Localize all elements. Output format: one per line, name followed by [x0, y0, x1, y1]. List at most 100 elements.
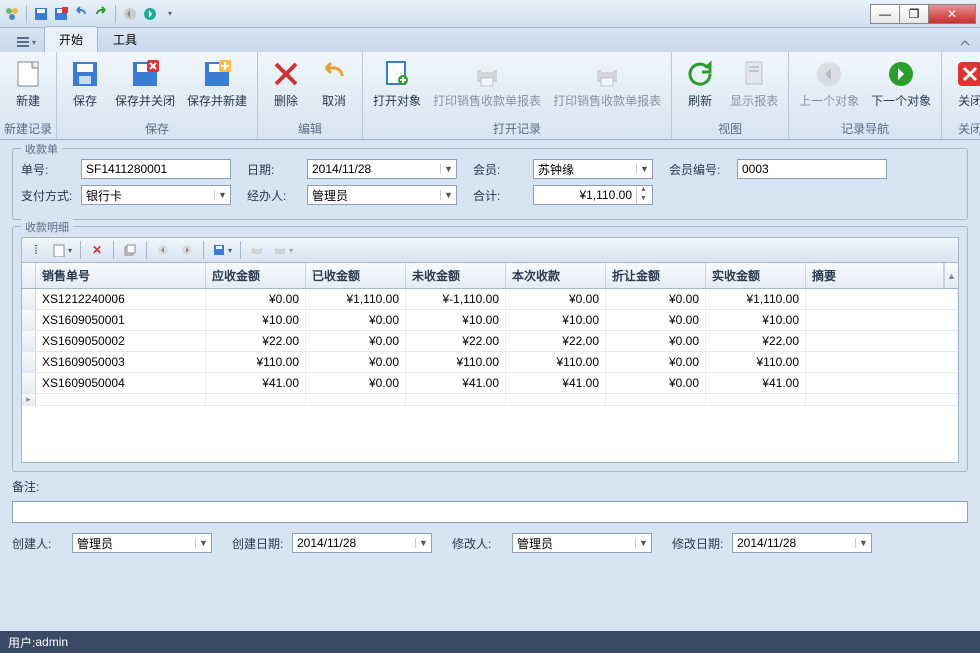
bill-no-label: 单号:: [21, 161, 73, 178]
ribbon-group-label: 编辑: [262, 118, 358, 139]
cell-memo: [806, 310, 958, 330]
chevron-down-icon[interactable]: ▼: [440, 190, 456, 200]
tb-delete-row-button[interactable]: ✕: [87, 240, 107, 260]
report-button: 显示报表: [724, 54, 784, 113]
maximize-button[interactable]: ❐: [899, 4, 929, 24]
create-date-input[interactable]: 2014/11/28▼: [292, 533, 432, 553]
col-header[interactable]: 摘要: [806, 263, 944, 288]
cell-this: ¥0.00: [506, 289, 606, 309]
table-row[interactable]: XS1609050002¥22.00¥0.00¥22.00¥22.00¥0.00…: [22, 331, 958, 352]
save-button[interactable]: 保存: [61, 54, 109, 113]
undo-button[interactable]: 取消: [310, 54, 358, 113]
member-input[interactable]: 苏钟缘▼: [533, 159, 653, 179]
table-row[interactable]: XS1609050003¥110.00¥0.00¥110.00¥110.00¥0…: [22, 352, 958, 373]
ribbon-group-label: 记录导航: [793, 118, 937, 139]
new-icon: [12, 58, 44, 90]
modify-date-input[interactable]: 2014/11/28▼: [732, 533, 872, 553]
cell-actual: ¥22.00: [706, 331, 806, 351]
next-button[interactable]: 下一个对象: [865, 54, 937, 113]
qa-redo-icon[interactable]: [93, 6, 109, 22]
ribbon-group: 删除取消编辑: [258, 52, 363, 139]
modifier-select[interactable]: 管理员▼: [512, 533, 652, 553]
col-header[interactable]: 折让金额: [606, 263, 706, 288]
qa-next-icon[interactable]: [142, 6, 158, 22]
cell-sn: XS1609050001: [36, 310, 206, 330]
date-input[interactable]: 2014/11/28▼: [307, 159, 457, 179]
qa-save-icon[interactable]: [33, 6, 49, 22]
tb-next-button[interactable]: [177, 240, 197, 260]
tab-start[interactable]: 开始: [44, 26, 98, 52]
cell-paid: ¥0.00: [306, 310, 406, 330]
operator-label: 经办人:: [247, 187, 299, 204]
creator-select[interactable]: 管理员▼: [72, 533, 212, 553]
col-header[interactable]: 实收金额: [706, 263, 806, 288]
col-header[interactable]: 本次收款: [506, 263, 606, 288]
cell-paid: ¥0.00: [306, 352, 406, 372]
chevron-down-icon[interactable]: ▼: [635, 538, 651, 548]
chevron-down-icon[interactable]: ▼: [636, 164, 652, 174]
grid-new-row[interactable]: ▸: [22, 394, 958, 406]
table-row[interactable]: XS1609050004¥41.00¥0.00¥41.00¥41.00¥0.00…: [22, 373, 958, 394]
save-new-icon: [201, 58, 233, 90]
scroll-up-icon[interactable]: ▲: [944, 263, 958, 288]
operator-select[interactable]: 管理员▼: [307, 185, 457, 205]
cell-sn: XS1609050004: [36, 373, 206, 393]
qa-undo-icon[interactable]: [73, 6, 89, 22]
tb-new-row-button[interactable]: [50, 240, 74, 260]
report-icon: [738, 58, 770, 90]
cell-disc: ¥0.00: [606, 352, 706, 372]
close-window-button[interactable]: ✕: [928, 4, 976, 24]
pay-method-select[interactable]: 银行卡▼: [81, 185, 231, 205]
close-icon: [954, 58, 980, 90]
qa-prev-icon[interactable]: [122, 6, 138, 22]
row-indicator: [22, 331, 36, 351]
refresh-button[interactable]: 刷新: [676, 54, 724, 113]
chevron-down-icon[interactable]: ▼: [440, 164, 456, 174]
ribbon-collapse-button[interactable]: [950, 34, 980, 52]
chevron-down-icon[interactable]: ▼: [195, 538, 211, 548]
col-header[interactable]: 销售单号: [36, 263, 206, 288]
tb-indent-icon[interactable]: ⦙: [26, 240, 46, 260]
cell-disc: ¥0.00: [606, 331, 706, 351]
chevron-down-icon[interactable]: ▼: [415, 538, 431, 548]
cell-actual: ¥10.00: [706, 310, 806, 330]
ribbon-group-label: 关闭: [946, 118, 980, 139]
table-row[interactable]: XS1609050001¥10.00¥0.00¥10.00¥10.00¥0.00…: [22, 310, 958, 331]
ribbon-tab-strip: ▾ 开始 工具: [0, 28, 980, 52]
tb-print-button[interactable]: [247, 240, 267, 260]
qa-customize-icon[interactable]: ▾: [162, 6, 178, 22]
cell-paid: ¥0.00: [306, 331, 406, 351]
new-button[interactable]: 新建: [4, 54, 52, 113]
save-new-button[interactable]: 保存并新建: [181, 54, 253, 113]
cell-due: ¥110.00: [206, 352, 306, 372]
delete-button[interactable]: 删除: [262, 54, 310, 113]
tb-prev-button[interactable]: [153, 240, 173, 260]
bill-no-input[interactable]: [81, 159, 231, 179]
cell-paid: ¥0.00: [306, 373, 406, 393]
detail-grid[interactable]: 销售单号 应收金额 已收金额 未收金额 本次收款 折让金额 实收金额 摘要 ▲ …: [21, 263, 959, 463]
ribbon-file-menu[interactable]: ▾: [8, 32, 44, 52]
save-close-button[interactable]: 保存并关闭: [109, 54, 181, 113]
member-no-input[interactable]: [737, 159, 887, 179]
tb-copy-button[interactable]: [120, 240, 140, 260]
col-header[interactable]: 未收金额: [406, 263, 506, 288]
col-header[interactable]: 已收金额: [306, 263, 406, 288]
spin-down-icon[interactable]: ▼: [637, 195, 650, 204]
spin-up-icon[interactable]: ▲: [637, 186, 650, 195]
open-button[interactable]: 打开对象: [367, 54, 427, 113]
content-area: 收款单 单号: 日期: 2014/11/28▼ 会员: 苏钟缘▼ 会员编号: 支…: [0, 140, 980, 567]
table-row[interactable]: XS1212240006¥0.00¥1,110.00¥-1,110.00¥0.0…: [22, 289, 958, 310]
tb-print-dd-button[interactable]: [271, 240, 295, 260]
delete-icon: [270, 58, 302, 90]
ribbon-btn-label: 取消: [322, 92, 346, 109]
close-button[interactable]: 关闭: [946, 54, 980, 113]
ribbon-group: 关闭关闭: [942, 52, 980, 139]
qa-save-close-icon[interactable]: [53, 6, 69, 22]
chevron-down-icon[interactable]: ▼: [855, 538, 871, 548]
chevron-down-icon[interactable]: ▼: [214, 190, 230, 200]
tab-tools[interactable]: 工具: [98, 26, 152, 52]
minimize-button[interactable]: —: [870, 4, 900, 24]
remarks-input[interactable]: [12, 501, 968, 523]
col-header[interactable]: 应收金额: [206, 263, 306, 288]
tb-save-button[interactable]: [210, 240, 234, 260]
